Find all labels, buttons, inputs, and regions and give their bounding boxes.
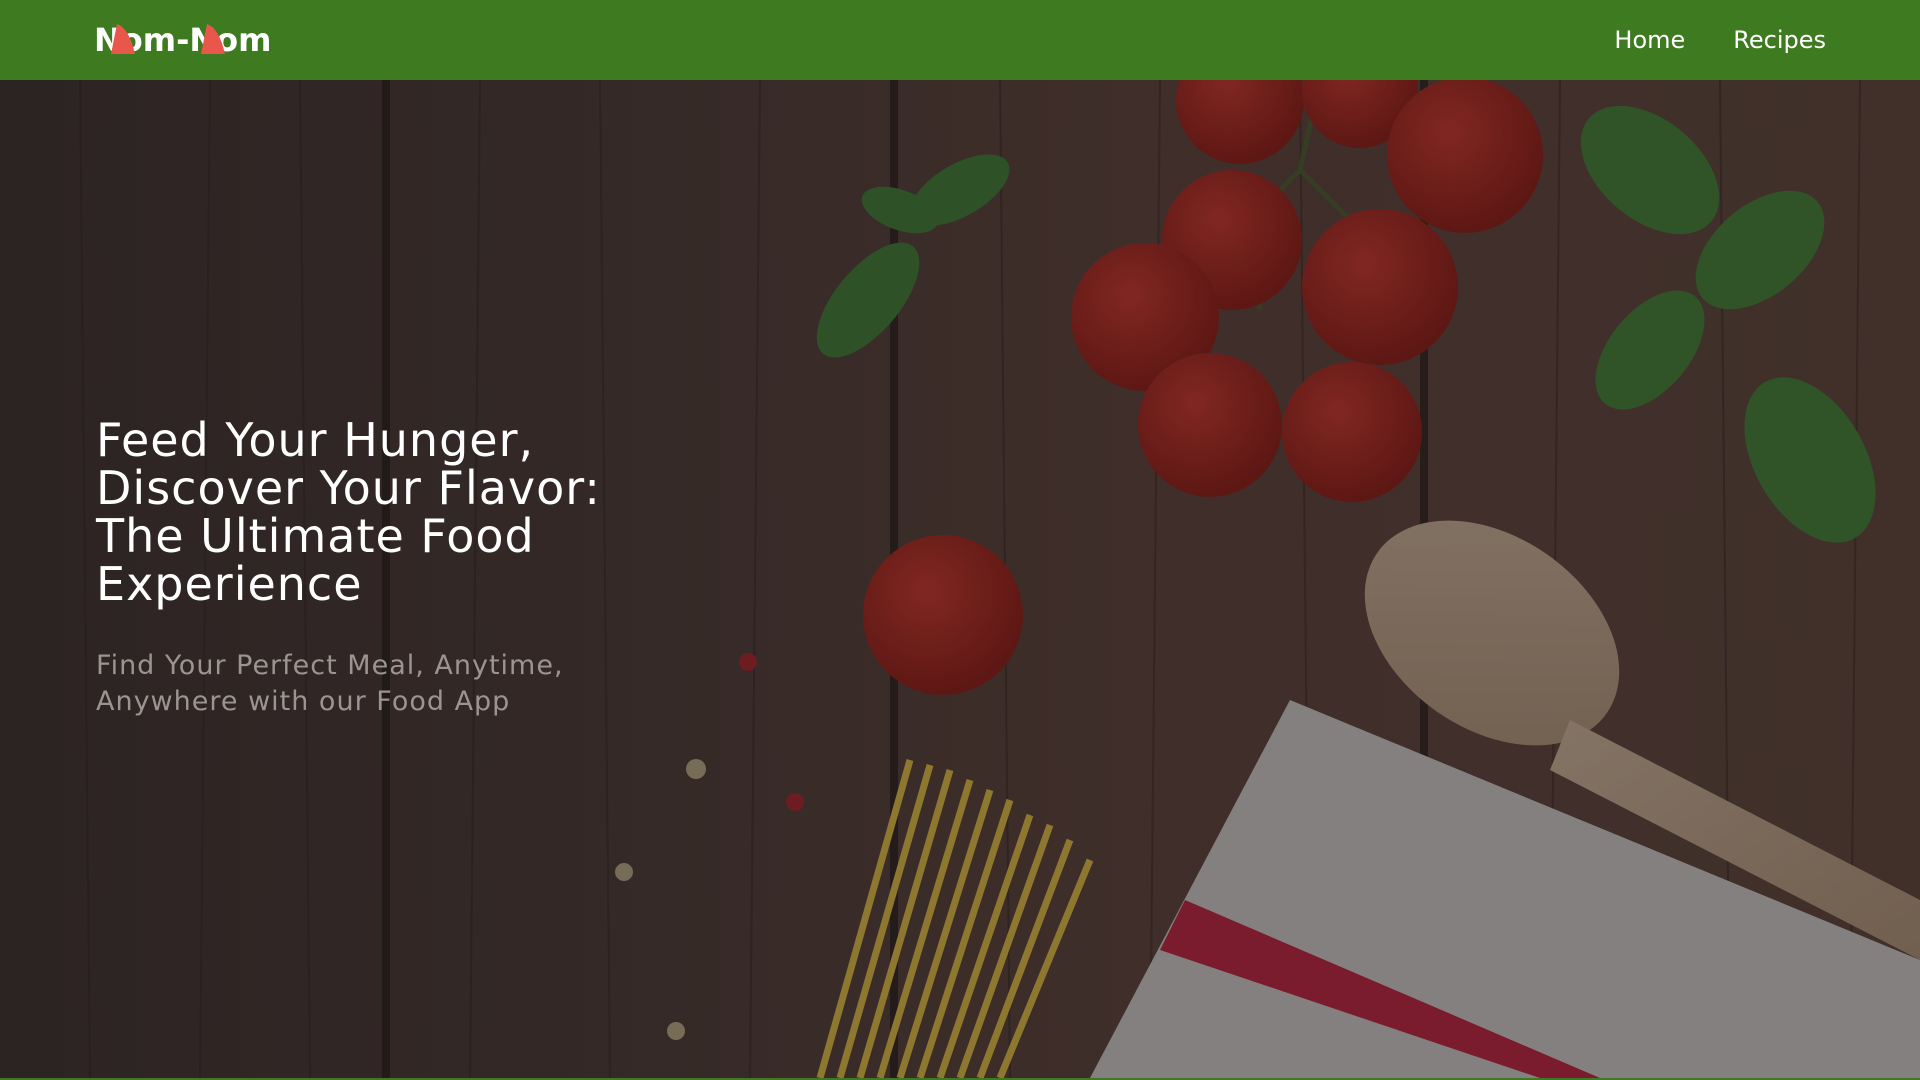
- nom-nom-logo[interactable]: Nom-Nom: [94, 20, 272, 60]
- top-navbar: Nom-Nom Home Recipes: [0, 0, 1920, 80]
- logo-tomato-slice-icon: [111, 24, 135, 54]
- logo-tomato-slice-icon: [201, 24, 225, 54]
- hero-subtitle: Find Your Perfect Meal, Anytime, Anywher…: [96, 650, 564, 717]
- nav-link-recipes[interactable]: Recipes: [1733, 26, 1826, 54]
- hero-section: Feed Your Hunger, Discover Your Flavor: …: [0, 80, 1920, 1078]
- hero-title: Feed Your Hunger, Discover Your Flavor: …: [96, 413, 601, 611]
- main-nav: Home Recipes: [1614, 0, 1826, 80]
- nav-link-home[interactable]: Home: [1614, 26, 1685, 54]
